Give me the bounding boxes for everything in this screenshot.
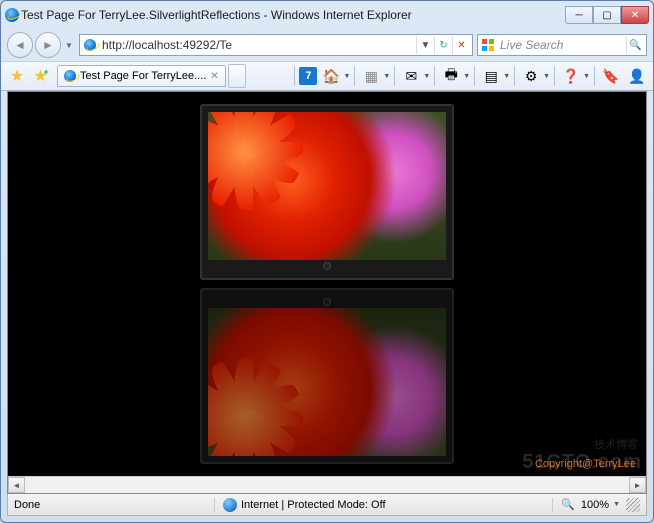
new-tab-button[interactable] [228,64,246,88]
mail-button[interactable]: ✉ [399,64,423,88]
tab-icon [64,70,76,82]
browser-window: Test Page For TerryLee.SilverlightReflec… [0,0,654,523]
tools-button[interactable]: ⚙ [519,64,543,88]
titlebar[interactable]: Test Page For TerryLee.SilverlightReflec… [1,1,653,29]
minimize-button[interactable]: ─ [565,6,593,24]
url-text[interactable]: http://localhost:49292/Te [98,38,416,52]
address-bar[interactable]: http://localhost:49292/Te ▼ ↻ ✕ [79,34,473,56]
status-right: 🔍 100% ▼ [552,498,640,512]
tab-title: Test Page For TerryLee.... [80,70,206,82]
home-button[interactable]: 🏠 [319,64,343,88]
monitor-original [200,104,454,280]
tab-close-icon[interactable]: ✕ [210,71,218,82]
mail-dropdown[interactable]: ▼ [423,73,430,80]
ie7pro-icon[interactable]: 7 [299,67,317,85]
status-bar: Done Internet | Protected Mode: Off 🔍 10… [7,494,647,516]
page-dropdown[interactable]: ▼ [503,73,510,80]
tab-current[interactable]: Test Page For TerryLee.... ✕ [57,65,226,87]
search-button[interactable]: 🔍 [626,36,644,54]
flower-image [208,112,446,260]
zoom-out-icon[interactable]: 🔍 [561,498,575,511]
home-dropdown[interactable]: ▼ [343,73,350,80]
content-area: Copyright@TerryLee 技术博客 51CTO.com ◄ ► [7,91,647,494]
scroll-left-button[interactable]: ◄ [8,477,25,493]
navigation-bar: ◄ ► ▼ http://localhost:49292/Te ▼ ↻ ✕ Li… [1,29,653,61]
research-button[interactable]: 🔖 [599,64,623,88]
zone-text: Internet | Protected Mode: Off [241,499,386,511]
print-button[interactable]: 🖶 [439,64,463,88]
search-bar[interactable]: Live Search 🔍 [477,34,647,56]
feeds-dropdown[interactable]: ▼ [383,73,390,80]
status-zone[interactable]: Internet | Protected Mode: Off [214,498,552,512]
window-controls: ─ ▢ ✕ [565,6,649,24]
page-icon [82,37,98,53]
status-text: Done [14,499,214,511]
window-title: Test Page For TerryLee.SilverlightReflec… [19,8,565,22]
nav-arrows: ◄ ► ▼ [7,32,75,58]
forward-button[interactable]: ► [35,32,61,58]
monitor-reflection [200,288,454,464]
page-viewport[interactable]: Copyright@TerryLee 技术博客 51CTO.com [8,92,646,476]
zoom-level[interactable]: 100% [581,499,609,511]
back-button[interactable]: ◄ [7,32,33,58]
messenger-button[interactable]: 👤 [625,64,649,88]
scroll-right-button[interactable]: ► [629,477,646,493]
add-favorite-button[interactable]: ★ [31,64,55,88]
search-provider-icon [480,37,496,53]
favorites-button[interactable]: ★ [5,64,29,88]
toolbar: ★ ★ Test Page For TerryLee.... ✕ 7 🏠▼ ▦▼… [1,61,653,91]
resize-grip[interactable] [626,498,640,512]
horizontal-scrollbar[interactable]: ◄ ► [8,476,646,493]
help-button[interactable]: ❓ [559,64,583,88]
ie-icon [5,8,19,22]
close-button[interactable]: ✕ [621,6,649,24]
zoom-dropdown[interactable]: ▼ [613,501,620,508]
search-placeholder: Live Search [496,38,626,52]
address-dropdown[interactable]: ▼ [416,36,434,54]
maximize-button[interactable]: ▢ [593,6,621,24]
print-dropdown[interactable]: ▼ [463,73,470,80]
page-menu-button[interactable]: ▤ [479,64,503,88]
feeds-button[interactable]: ▦ [359,64,383,88]
monitor-base [208,260,446,272]
watermark: 51CTO.com [522,451,642,474]
scroll-track[interactable] [25,477,629,493]
stop-button[interactable]: ✕ [452,36,470,54]
history-dropdown[interactable]: ▼ [63,32,75,58]
help-dropdown[interactable]: ▼ [583,73,590,80]
refresh-button[interactable]: ↻ [434,36,452,54]
globe-icon [223,498,237,512]
tools-dropdown[interactable]: ▼ [543,73,550,80]
watermark-cn: 技术博客 [594,436,638,452]
